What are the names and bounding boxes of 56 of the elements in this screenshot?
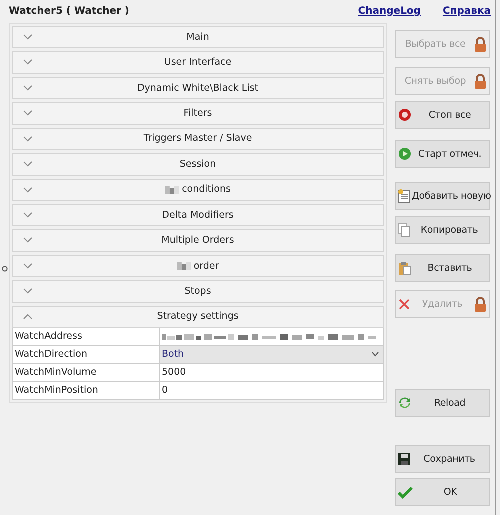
section-header[interactable]: Triggers Master / Slave [12, 128, 384, 150]
paste-icon [398, 260, 412, 276]
section-header[interactable]: Delta Modifiers [12, 204, 384, 226]
save-icon [398, 452, 411, 466]
action-button[interactable]: Reload [395, 389, 490, 417]
section-title: User Interface [164, 57, 232, 68]
property-name: WatchAddress [13, 328, 160, 346]
section-title: Main [186, 32, 210, 43]
action-button[interactable]: Добавить новую [395, 182, 490, 210]
new-document-icon [398, 188, 411, 204]
section-header[interactable]: Dynamic White\Black List [12, 76, 384, 100]
copy-icon [398, 222, 411, 238]
stop-icon [398, 108, 412, 122]
action-button[interactable]: Вставить [395, 254, 490, 282]
play-icon [398, 147, 412, 161]
action-button[interactable]: OK [395, 478, 490, 506]
lock-icon [474, 296, 487, 312]
window-title: Watcher5 ( Watcher ) [9, 6, 130, 16]
property-name: WatchDirection [13, 346, 160, 364]
action-button[interactable]: Копировать [395, 216, 490, 244]
lock-icon [474, 74, 487, 88]
section-title: Session [180, 158, 216, 170]
section-title: Multiple Orders [162, 235, 234, 246]
section-header[interactable]: Multiple Orders [12, 229, 384, 252]
section-title: Dynamic White\Black List [137, 82, 259, 94]
section-header[interactable]: Main [12, 26, 384, 48]
property-value-field[interactable]: 0 [160, 382, 384, 400]
section-header[interactable]: order [12, 254, 384, 278]
header-link[interactable]: Справка [442, 6, 491, 16]
property-value-field[interactable] [160, 328, 384, 346]
delete-icon [398, 298, 411, 310]
section-header[interactable]: Stops [12, 280, 384, 303]
section-header[interactable]: Filters [12, 102, 384, 125]
section-title: conditions [182, 184, 231, 196]
section-title: order [194, 260, 220, 272]
section-title: Filters [184, 108, 212, 119]
lock-icon [474, 36, 487, 52]
checkmark-icon [398, 486, 413, 498]
section-header[interactable]: conditions [12, 178, 384, 201]
section-header[interactable]: User Interface [12, 51, 384, 74]
property-name: WatchMinVolume [13, 364, 160, 382]
section-title: Strategy settings [157, 311, 239, 322]
action-button[interactable]: Сохранить [395, 445, 490, 473]
section-header[interactable]: Session [12, 153, 384, 176]
section-header[interactable]: Strategy settings [12, 306, 384, 328]
reload-icon [398, 396, 412, 410]
property-value-field[interactable]: 5000 [160, 364, 384, 382]
section-title: Triggers Master / Slave [144, 133, 252, 144]
section-title: Delta Modifiers [162, 210, 234, 221]
property-dropdown[interactable]: Both [160, 346, 384, 364]
action-button[interactable]: Старт отмеч. [395, 140, 490, 168]
property-name: WatchMinPosition [13, 382, 160, 400]
header-link[interactable]: ChangeLog [358, 6, 421, 16]
splitter-handle-icon[interactable] [2, 266, 8, 272]
action-button[interactable]: Стоп все [395, 101, 490, 129]
section-title: Stops [184, 286, 212, 297]
